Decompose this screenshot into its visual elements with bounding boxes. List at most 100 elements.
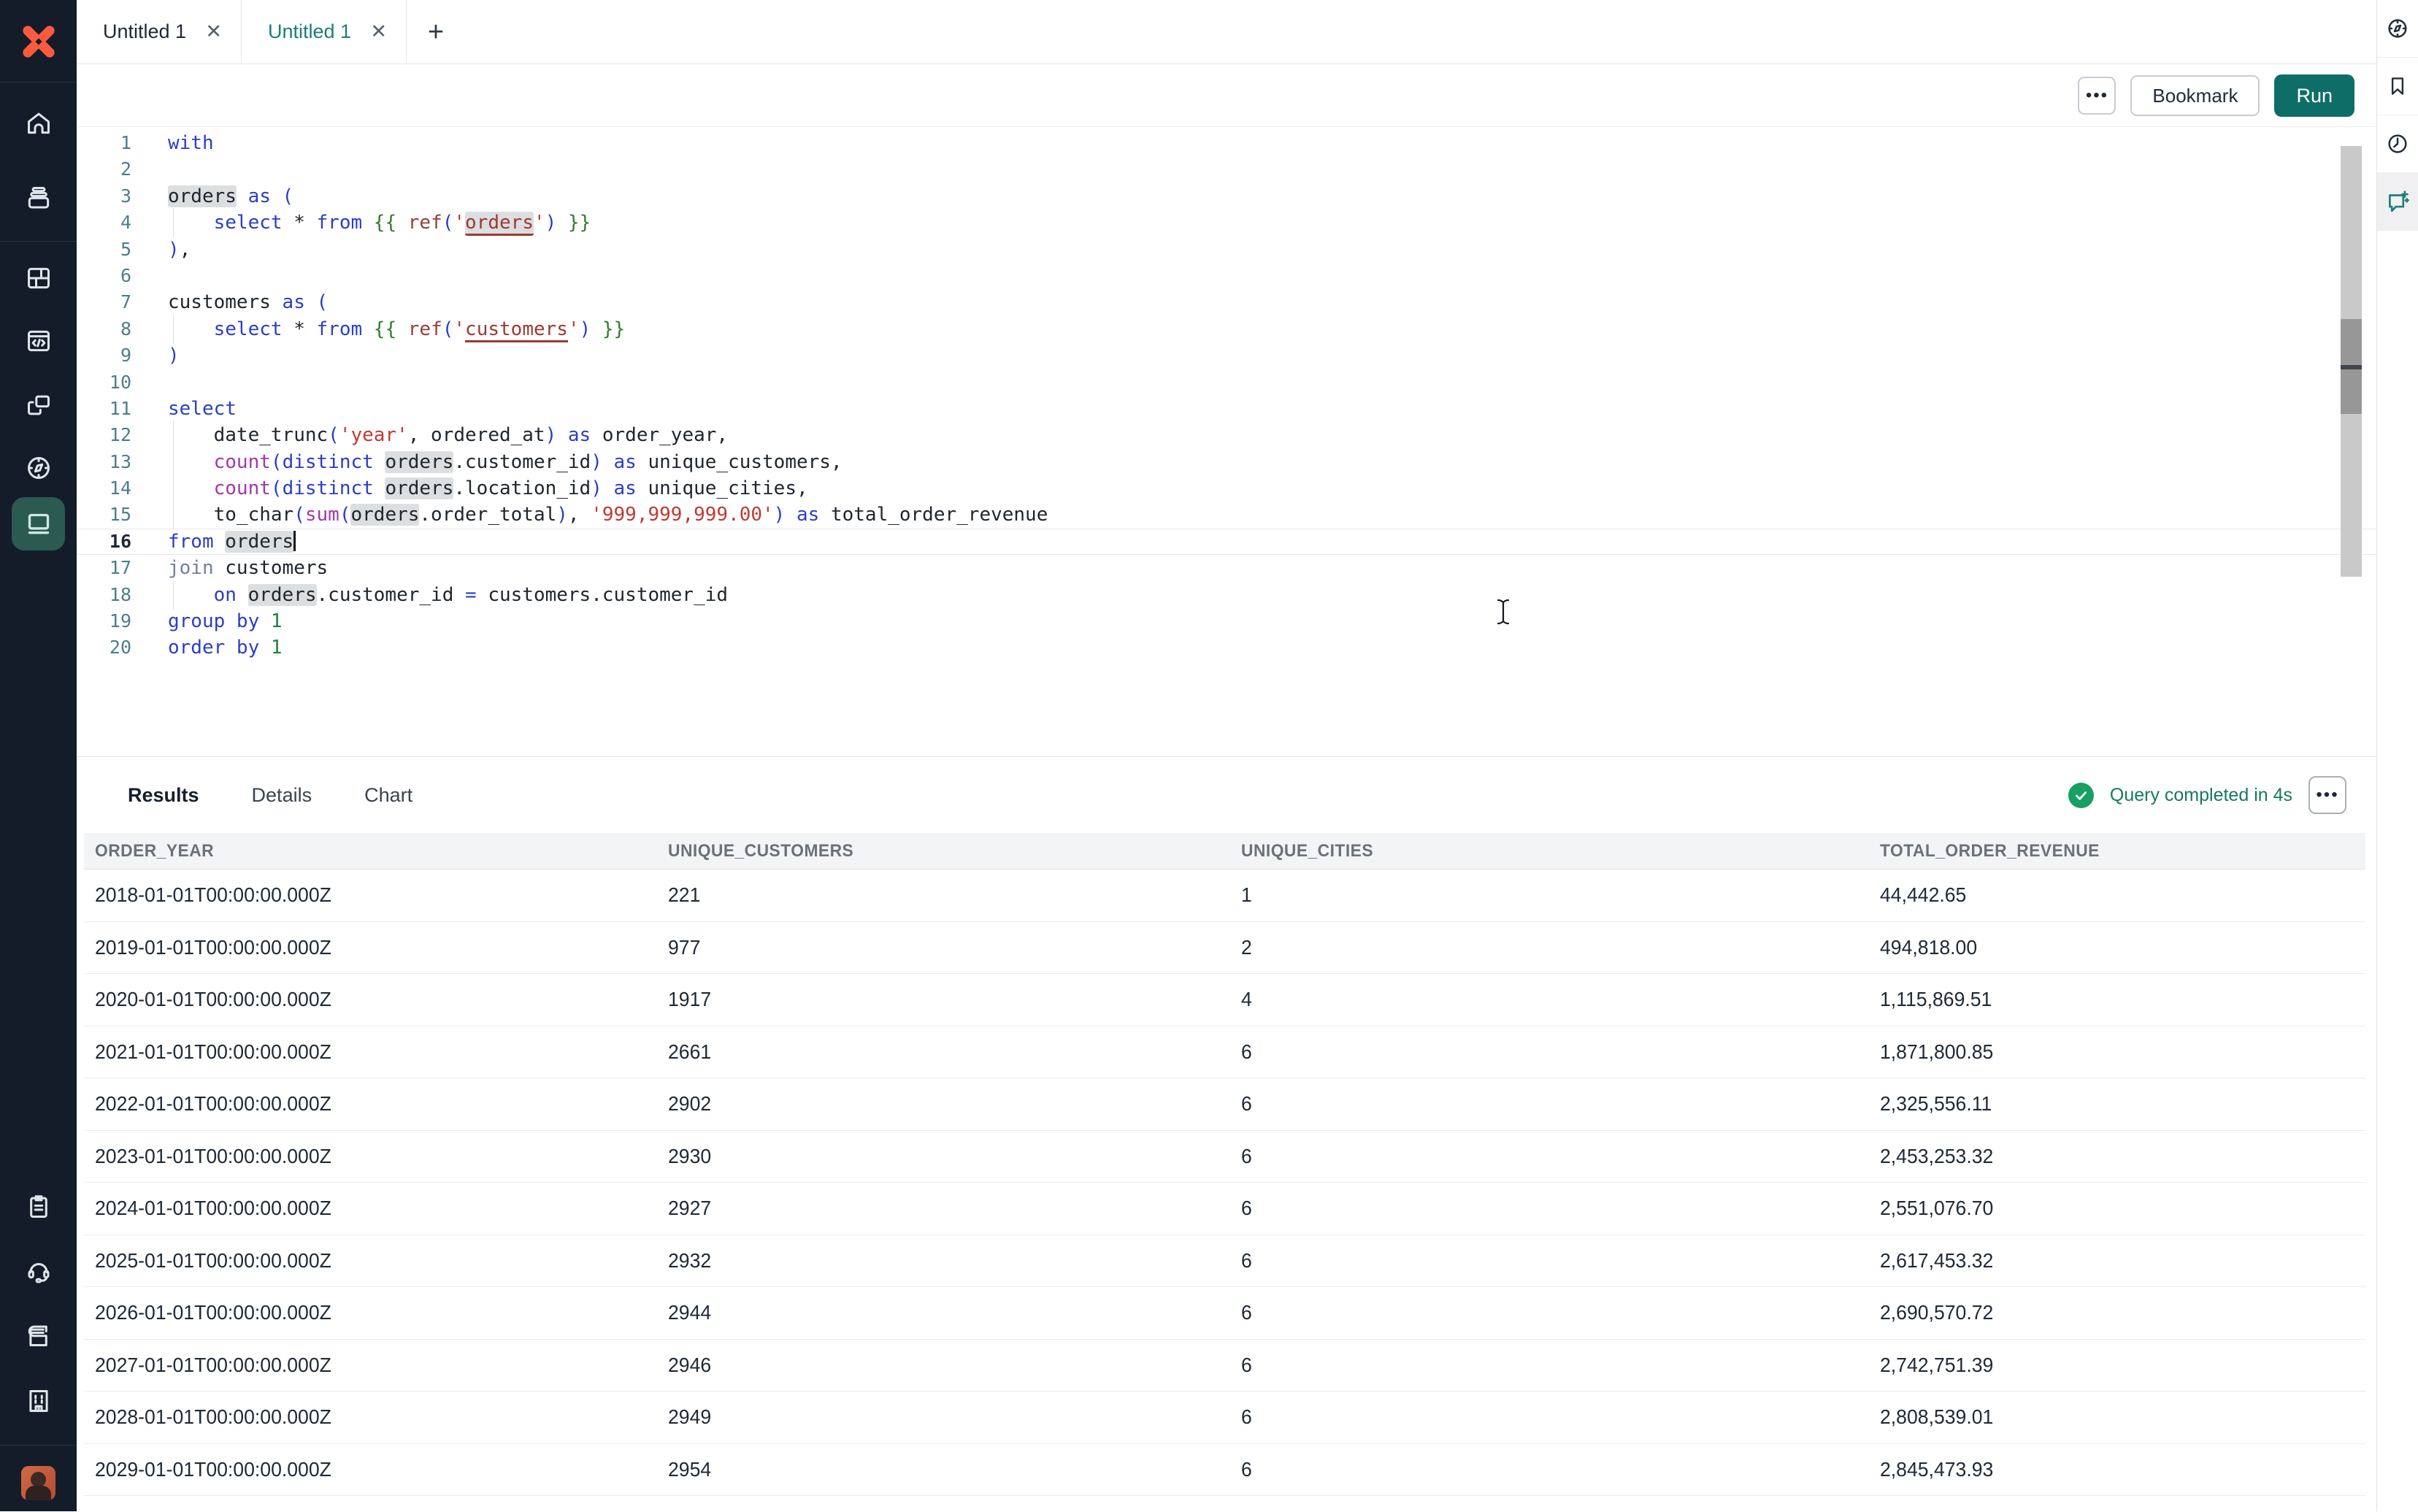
sidebar-item-explore[interactable] (0, 454, 77, 482)
table-row[interactable]: 2021-01-01T00:00:00.000Z266161,871,800.8… (84, 1026, 2365, 1079)
sidebar-item-home[interactable] (0, 110, 77, 137)
code-line[interactable]: 4 select * from {{ ref('orders') }} (77, 210, 2376, 236)
code-line[interactable]: 13 count(distinct orders.customer_id) as… (77, 449, 2376, 475)
table-cell[interactable]: 6 (1230, 1145, 1869, 1168)
table-row[interactable]: 2025-01-01T00:00:00.000Z293262,617,453.3… (84, 1235, 2365, 1288)
table-cell[interactable]: 2,845,473.93 (1869, 1458, 2365, 1481)
sidebar-item-support[interactable] (0, 1257, 77, 1285)
right-item-magic-chat[interactable] (2377, 173, 2418, 231)
editor-scrollbar[interactable] (2341, 146, 2362, 577)
code-line[interactable]: 20order by 1 (77, 634, 2376, 661)
table-cell[interactable]: 2020-01-01T00:00:00.000Z (84, 988, 657, 1011)
table-row[interactable]: 2020-01-01T00:00:00.000Z191741,115,869.5… (84, 974, 2365, 1026)
table-cell[interactable]: 6 (1230, 1301, 1869, 1324)
table-cell[interactable]: 6 (1230, 1197, 1869, 1220)
code-text[interactable]: to_char(sum(orders.order_total), '999,99… (168, 502, 1048, 528)
table-cell[interactable]: 2,325,556.11 (1869, 1092, 2365, 1116)
table-row[interactable]: 2024-01-01T00:00:00.000Z292762,551,076.7… (84, 1183, 2365, 1235)
right-item-bookmarks[interactable] (2377, 58, 2418, 115)
table-cell[interactable]: 1 (1230, 883, 1869, 907)
code-text[interactable]: ) (168, 342, 180, 369)
tab-results[interactable]: Results (128, 784, 199, 807)
table-row[interactable]: 2027-01-01T00:00:00.000Z294662,742,751.3… (84, 1340, 2365, 1392)
code-line[interactable]: 15 to_char(sum(orders.order_total), '999… (77, 502, 2376, 528)
code-line[interactable]: 18 on orders.customer_id = customers.cus… (77, 582, 2376, 608)
table-cell[interactable]: 1,115,869.51 (1869, 988, 2365, 1011)
table-cell[interactable]: 2027-01-01T00:00:00.000Z (84, 1354, 657, 1377)
sidebar-item-collections[interactable] (0, 184, 77, 212)
table-cell[interactable]: 2949 (657, 1405, 1230, 1429)
sidebar-item-changelog[interactable] (0, 1193, 77, 1221)
code-line[interactable]: 6 (77, 263, 2376, 289)
bookmark-button[interactable]: Bookmark (2130, 75, 2260, 116)
table-row[interactable]: 2029-01-01T00:00:00.000Z295462,845,473.9… (84, 1444, 2365, 1497)
code-line[interactable]: 5), (77, 237, 2376, 263)
table-cell[interactable]: 2023-01-01T00:00:00.000Z (84, 1145, 657, 1168)
table-row[interactable]: 2022-01-01T00:00:00.000Z290262,325,556.1… (84, 1078, 2365, 1131)
table-cell[interactable]: 2018-01-01T00:00:00.000Z (84, 883, 657, 907)
sidebar-item-docs[interactable] (0, 1321, 77, 1349)
sidebar-item-code-window[interactable] (0, 327, 77, 355)
table-row[interactable]: 2026-01-01T00:00:00.000Z294462,690,570.7… (84, 1287, 2365, 1340)
sidebar-item-notebook-active[interactable] (12, 497, 65, 550)
user-avatar[interactable] (0, 1466, 77, 1500)
code-line[interactable]: 7customers as ( (77, 289, 2376, 315)
code-text[interactable]: ), (168, 237, 191, 263)
code-line[interactable]: 19group by 1 (77, 608, 2376, 634)
code-text[interactable]: on orders.customer_id = customers.custom… (168, 582, 728, 608)
right-item-explore[interactable] (2377, 0, 2418, 58)
table-cell[interactable]: 2028-01-01T00:00:00.000Z (84, 1405, 657, 1429)
code-line[interactable]: 12 date_trunc('year', ordered_at) as ord… (77, 422, 2376, 448)
run-button[interactable]: Run (2274, 74, 2354, 117)
table-cell[interactable]: 2,551,076.70 (1869, 1197, 2365, 1220)
code-text[interactable]: group by 1 (168, 608, 283, 634)
sql-editor[interactable]: 1with23orders as (4 select * from {{ ref… (77, 127, 2376, 756)
table-cell[interactable]: 2954 (657, 1458, 1230, 1481)
table-cell[interactable]: 2,742,751.39 (1869, 1354, 2365, 1377)
code-text[interactable]: count(distinct orders.location_id) as un… (168, 475, 808, 502)
table-cell[interactable]: 1,871,800.85 (1869, 1040, 2365, 1064)
table-cell[interactable]: 6 (1230, 1249, 1869, 1273)
sidebar-item-components[interactable] (0, 391, 77, 419)
table-cell[interactable]: 6 (1230, 1458, 1869, 1481)
code-line[interactable]: 17join customers (77, 555, 2376, 581)
hex-logo-icon[interactable] (0, 20, 77, 63)
code-line[interactable]: 2 (77, 156, 2376, 183)
table-cell[interactable]: 2,808,539.01 (1869, 1405, 2365, 1429)
table-cell[interactable]: 6 (1230, 1405, 1869, 1429)
table-cell[interactable]: 2,690,570.72 (1869, 1301, 2365, 1324)
code-text[interactable]: date_trunc('year', ordered_at) as order_… (168, 422, 728, 448)
table-cell[interactable]: 2029-01-01T00:00:00.000Z (84, 1458, 657, 1481)
code-line[interactable]: 9) (77, 342, 2376, 369)
table-cell[interactable]: 2,617,453.32 (1869, 1249, 2365, 1273)
tab-untitled-1[interactable]: Untitled 1 ✕ (77, 0, 242, 64)
code-text[interactable]: join customers (168, 555, 328, 581)
code-text[interactable]: customers as ( (168, 289, 328, 315)
table-cell[interactable]: 2927 (657, 1197, 1230, 1220)
table-cell[interactable]: 221 (657, 883, 1230, 907)
table-cell[interactable]: 2025-01-01T00:00:00.000Z (84, 1249, 657, 1273)
table-cell[interactable]: 2,453,253.32 (1869, 1145, 2365, 1168)
right-item-history[interactable] (2377, 115, 2418, 173)
code-line[interactable]: 11select (77, 396, 2376, 422)
table-cell[interactable]: 6 (1230, 1092, 1869, 1116)
table-row[interactable]: 2028-01-01T00:00:00.000Z294962,808,539.0… (84, 1392, 2365, 1444)
table-cell[interactable]: 6 (1230, 1354, 1869, 1377)
table-cell[interactable]: 2022-01-01T00:00:00.000Z (84, 1092, 657, 1116)
table-row[interactable]: 2030-01-01T00:00:00.000Z287961,841,049.3… (84, 1496, 2365, 1512)
code-text[interactable]: with (168, 130, 214, 156)
code-text[interactable]: select * from {{ ref('customers') }} (168, 316, 625, 342)
table-cell[interactable]: 2932 (657, 1249, 1230, 1273)
code-text[interactable]: order by 1 (168, 634, 283, 661)
tab-chart[interactable]: Chart (364, 784, 412, 807)
code-line[interactable]: 3orders as ( (77, 183, 2376, 210)
close-icon[interactable]: ✕ (370, 22, 387, 42)
table-cell[interactable]: 2024-01-01T00:00:00.000Z (84, 1197, 657, 1220)
table-cell[interactable]: 2930 (657, 1145, 1230, 1168)
table-cell[interactable]: 1917 (657, 988, 1230, 1011)
table-row[interactable]: 2019-01-01T00:00:00.000Z9772494,818.00 (84, 922, 2365, 975)
table-row[interactable]: 2018-01-01T00:00:00.000Z221144,442.65 (84, 870, 2365, 922)
code-text[interactable]: select * from {{ ref('orders') }} (168, 210, 591, 236)
table-cell[interactable]: 44,442.65 (1869, 883, 2365, 907)
table-cell[interactable]: 2902 (657, 1092, 1230, 1116)
